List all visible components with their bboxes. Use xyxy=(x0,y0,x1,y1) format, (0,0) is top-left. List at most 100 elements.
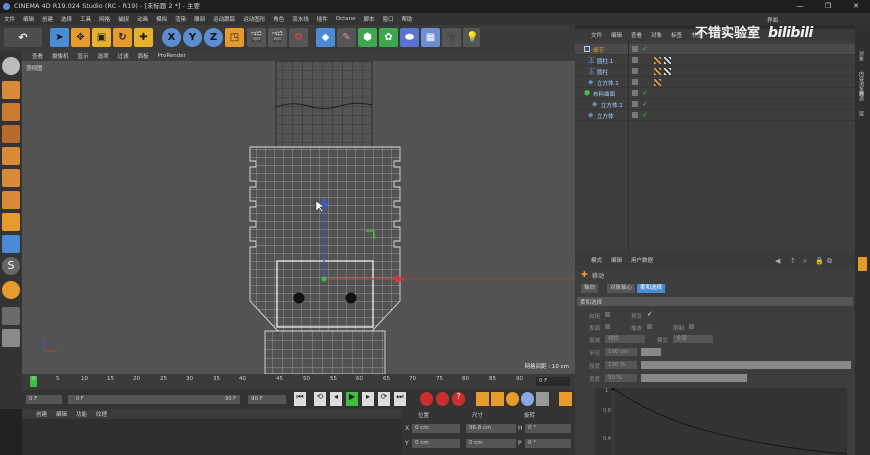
visibility-toggle-icon[interactable] xyxy=(632,57,638,63)
radius-slider[interactable] xyxy=(641,348,661,356)
visibility-toggle-icon[interactable] xyxy=(632,101,638,107)
start-frame-field[interactable]: 0 F xyxy=(26,395,62,404)
subdivision-surface-icon[interactable]: ⬢ xyxy=(358,28,377,47)
object-row[interactable]: ⏄ 圆柱 xyxy=(575,66,855,77)
strength-slider[interactable] xyxy=(641,361,851,369)
tab-object-axis[interactable]: 对象轴心 xyxy=(607,284,636,293)
visibility-toggle-icon[interactable] xyxy=(632,46,638,52)
viewport-menu-display[interactable]: 显示 xyxy=(78,52,89,60)
z-axis-lock-button[interactable]: Z xyxy=(204,28,223,47)
keyframe-selection-icon[interactable]: ? xyxy=(452,392,465,406)
menu-window[interactable]: 窗口 xyxy=(383,15,394,23)
attr-menu-edit[interactable]: 编辑 xyxy=(611,256,622,264)
menu-tools[interactable]: 工具 xyxy=(80,15,91,23)
undo-icon[interactable]: ↶ xyxy=(4,28,42,47)
prev-key-icon[interactable]: ⟲ xyxy=(314,392,326,406)
model-mode-icon[interactable] xyxy=(2,81,20,99)
close-button[interactable]: ✕ xyxy=(842,0,870,13)
menu-character[interactable]: 角色 xyxy=(273,15,284,23)
viewport-menu-view[interactable]: 查看 xyxy=(32,52,43,60)
live-select-icon[interactable]: ➤ xyxy=(50,28,69,47)
menu-edit[interactable]: 编辑 xyxy=(23,15,34,23)
prev-frame-icon[interactable]: ◂ xyxy=(330,392,342,406)
surface-checkbox[interactable] xyxy=(605,324,610,329)
enabled-check-icon[interactable]: ✓ xyxy=(642,111,648,119)
next-frame-icon[interactable]: ▸ xyxy=(362,392,374,406)
object-menu-objects[interactable]: 对象 xyxy=(651,31,662,39)
width-slider[interactable] xyxy=(641,374,747,382)
object-row[interactable]: ◈ 立方体.1 ✓ xyxy=(575,99,855,110)
material-tag-icon[interactable] xyxy=(664,68,671,75)
y-axis-lock-button[interactable]: Y xyxy=(183,28,202,47)
visibility-toggle-icon[interactable] xyxy=(632,90,638,96)
menu-plugins[interactable]: 插件 xyxy=(317,15,328,23)
current-frame-field[interactable]: 0 F xyxy=(536,377,570,386)
goto-end-icon[interactable]: ⏭ xyxy=(394,392,406,406)
material-menu-function[interactable]: 功能 xyxy=(76,410,87,418)
key-scale-icon[interactable] xyxy=(491,392,504,406)
material-menu-texture[interactable]: 纹理 xyxy=(96,410,107,418)
cube-primitive-icon[interactable]: ◆ xyxy=(316,28,335,47)
cloner-icon[interactable]: ✿ xyxy=(379,28,398,47)
attr-menu-userdata[interactable]: 用户数据 xyxy=(631,256,653,264)
next-key-icon[interactable]: ⟳ xyxy=(378,392,390,406)
menu-help[interactable]: 帮助 xyxy=(402,15,413,23)
tab-axis[interactable]: 轴向 xyxy=(581,284,599,293)
auto-key-icon[interactable] xyxy=(436,392,449,406)
axis-mode-icon[interactable] xyxy=(2,213,20,231)
size-y-field[interactable]: 0 cm xyxy=(466,439,516,448)
dock-tab-structure[interactable]: 构造 xyxy=(858,91,865,101)
visibility-toggle-icon[interactable] xyxy=(632,68,638,74)
viewport-menu-camera[interactable]: 摄像机 xyxy=(52,52,69,60)
snap-icon[interactable]: S xyxy=(2,257,20,275)
key-position-icon[interactable] xyxy=(476,392,489,406)
menu-simulate[interactable]: 模拟 xyxy=(156,15,167,23)
make-editable-icon[interactable] xyxy=(2,57,20,75)
maximize-button[interactable]: ❐ xyxy=(814,0,842,13)
material-tag-icon[interactable] xyxy=(664,57,671,64)
new-window-icon[interactable]: ⧉ xyxy=(827,257,832,266)
object-row[interactable]: 细节 ✓ xyxy=(575,44,855,55)
menu-snap[interactable]: 捕捉 xyxy=(118,15,129,23)
attr-menu-mode[interactable]: 模式 xyxy=(591,256,602,264)
minimize-button[interactable]: — xyxy=(786,0,814,13)
add-tool-icon[interactable]: ✚ xyxy=(134,28,153,47)
menu-octane[interactable]: Octane xyxy=(336,16,356,22)
viewport-menu-options[interactable]: 选项 xyxy=(98,52,109,60)
edges-mode-icon[interactable] xyxy=(2,169,20,187)
dock-tab-attributes-active[interactable] xyxy=(858,257,867,271)
width-field[interactable]: 50 % xyxy=(605,374,637,382)
search-icon[interactable]: ⌕ xyxy=(803,257,807,266)
enabled-check-icon[interactable]: ✓ xyxy=(642,100,648,108)
lock-icon[interactable]: 🔒 xyxy=(815,257,824,265)
render-picture-viewer-icon[interactable]: 🎬 xyxy=(268,28,287,47)
radius-field[interactable]: 100 cm xyxy=(605,348,637,356)
play-icon[interactable]: ▶ xyxy=(346,392,358,406)
object-row[interactable]: ◈ 立方体 ✓ xyxy=(575,110,855,121)
material-menu-create[interactable]: 创建 xyxy=(36,410,47,418)
key-pla-icon[interactable] xyxy=(536,392,549,406)
texture-mode-icon[interactable] xyxy=(2,103,20,121)
phong-tag-icon[interactable] xyxy=(654,68,661,75)
menu-sculpt[interactable]: 雕刻 xyxy=(194,15,205,23)
size-x-field[interactable]: 96.8 cm xyxy=(466,424,516,433)
layer-icon[interactable] xyxy=(2,329,20,347)
timeline-window-icon[interactable] xyxy=(559,392,572,406)
record-icon[interactable] xyxy=(420,392,433,406)
timeline-ruler[interactable]: 0 5 10 15 20 25 30 35 40 45 50 55 60 65 … xyxy=(22,374,575,390)
rubber-checkbox[interactable] xyxy=(647,324,652,329)
strength-field[interactable]: 100 % xyxy=(605,361,637,369)
tab-soft-selection[interactable]: 柔和选择 xyxy=(637,284,666,293)
coordinate-system-icon[interactable]: ◳ xyxy=(225,28,244,47)
menu-mesh[interactable]: 网格 xyxy=(99,15,110,23)
workplane-lock-icon[interactable] xyxy=(2,281,20,299)
material-menu-edit[interactable]: 编辑 xyxy=(56,410,67,418)
spline-pen-icon[interactable]: ✎ xyxy=(337,28,356,47)
menu-script[interactable]: 脚本 xyxy=(364,15,375,23)
position-y-field[interactable]: 0 cm xyxy=(412,439,460,448)
menu-motion-tracking[interactable]: 运动跟踪 xyxy=(213,15,235,23)
menu-pipeline[interactable]: 流水线 xyxy=(292,15,309,23)
menu-mograph[interactable]: 运动图形 xyxy=(243,15,265,23)
tweak-mode-icon[interactable] xyxy=(2,235,20,253)
menu-animate[interactable]: 动画 xyxy=(137,15,148,23)
